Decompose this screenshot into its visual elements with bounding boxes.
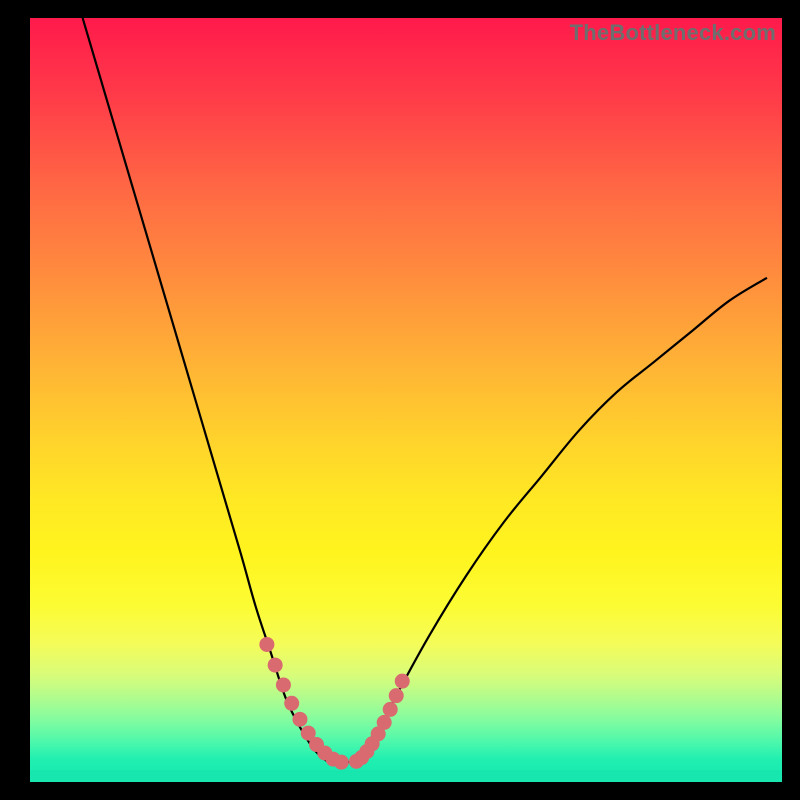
highlight-dot xyxy=(377,715,392,730)
highlight-dot xyxy=(259,637,274,652)
highlight-dot xyxy=(334,755,349,770)
highlight-dot xyxy=(395,674,410,689)
highlight-dot xyxy=(276,677,291,692)
highlight-dot xyxy=(383,702,398,717)
highlight-dot xyxy=(292,712,307,727)
highlight-markers xyxy=(259,637,409,770)
marker-layer xyxy=(30,18,782,782)
highlight-dot xyxy=(268,658,283,673)
plot-area: TheBottleneck.com xyxy=(30,18,782,782)
chart-frame: TheBottleneck.com xyxy=(0,0,800,800)
highlight-dot xyxy=(284,696,299,711)
highlight-dot xyxy=(389,688,404,703)
